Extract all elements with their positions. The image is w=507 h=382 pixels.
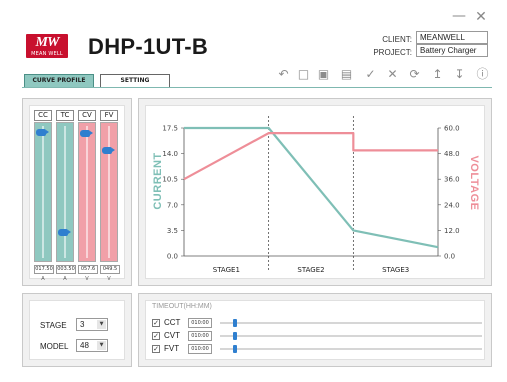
right-tick-label: 60.0 bbox=[444, 125, 460, 133]
model-select[interactable]: 48 ▼ bbox=[76, 339, 108, 352]
curve-chart: 17.5 14.0 10.5 7.0 3.5 0.0 60.0 48.0 36.0 24.0 12.… bbox=[162, 116, 460, 274]
current-curve bbox=[184, 126, 439, 249]
slider-thumb-fv[interactable] bbox=[102, 146, 115, 154]
minimize-icon[interactable]: — bbox=[452, 9, 466, 23]
cct-label: CCT bbox=[164, 318, 181, 327]
slider-groove bbox=[42, 126, 44, 258]
slider-groove bbox=[108, 126, 110, 258]
slider-label-fv: FV bbox=[100, 110, 118, 121]
check-icon[interactable]: ✓ bbox=[364, 68, 377, 81]
slider-thumb-tc[interactable] bbox=[58, 228, 71, 236]
right-tick-label: 24.0 bbox=[444, 201, 460, 209]
fvt-time-input[interactable]: 010:00 bbox=[188, 344, 212, 354]
slider-label-cv: CV bbox=[78, 110, 96, 121]
slider-unit: A bbox=[63, 276, 67, 282]
slider-unit: A bbox=[41, 276, 45, 282]
right-tick-label: 48.0 bbox=[444, 150, 460, 158]
stage-label: STAGE bbox=[40, 321, 67, 330]
cct-checkbox[interactable]: ✓ bbox=[152, 319, 160, 327]
slider-value-cv[interactable]: 057.6 bbox=[78, 265, 98, 274]
tab-divider bbox=[22, 87, 492, 88]
refresh-icon[interactable]: ⟳ bbox=[408, 68, 421, 81]
cvt-time-input[interactable]: 010:00 bbox=[188, 331, 212, 341]
right-tick-label: 12.0 bbox=[444, 227, 460, 235]
timeout-title: TIMEOUT(HH:MM) bbox=[152, 303, 212, 310]
upload-icon[interactable]: ↥ bbox=[431, 68, 444, 81]
slider-value-tc[interactable]: 003.50 bbox=[56, 265, 76, 274]
cct-time-thumb[interactable] bbox=[233, 319, 238, 327]
undo-icon[interactable]: ↶ bbox=[277, 68, 290, 81]
slider-unit: V bbox=[107, 276, 111, 282]
chevron-down-icon: ▼ bbox=[97, 341, 106, 350]
project-label: PROJECT: bbox=[373, 48, 412, 57]
stage-select[interactable]: 3 ▼ bbox=[76, 318, 108, 331]
left-tick-label: 3.5 bbox=[167, 227, 178, 235]
slider-value-cc[interactable]: 017.50 bbox=[34, 265, 54, 274]
cct-time-input[interactable]: 010:00 bbox=[188, 318, 212, 328]
voltage-curve bbox=[183, 132, 438, 181]
slider-label-tc: TC bbox=[56, 110, 74, 121]
slider-groove bbox=[86, 126, 88, 258]
chevron-down-icon: ▼ bbox=[97, 320, 106, 329]
cvt-checkbox[interactable]: ✓ bbox=[152, 332, 160, 340]
cct-time-track[interactable] bbox=[220, 322, 482, 324]
fvt-checkbox[interactable]: ✓ bbox=[152, 345, 160, 353]
slider-groove bbox=[64, 126, 66, 258]
slider-thumb-cc[interactable] bbox=[36, 128, 49, 136]
slider-label-cc: CC bbox=[34, 110, 52, 121]
model-title: DHP-1UT-B bbox=[88, 34, 209, 59]
left-tick-label: 10.5 bbox=[162, 176, 178, 184]
right-tick-label: 36.0 bbox=[444, 176, 460, 184]
model-label: MODEL bbox=[40, 342, 69, 351]
current-axis-label: CURRENT bbox=[152, 152, 164, 210]
cvt-time-track[interactable] bbox=[220, 335, 482, 337]
cancel-icon[interactable]: ✕ bbox=[386, 68, 399, 81]
client-field[interactable]: MEANWELL bbox=[416, 31, 488, 44]
client-label: CLIENT: bbox=[382, 35, 412, 44]
stage-label-1: STAGE1 bbox=[213, 266, 240, 274]
stage-label-3: STAGE3 bbox=[382, 266, 409, 274]
left-tick-label: 17.5 bbox=[162, 125, 178, 133]
left-tick-label: 14.0 bbox=[162, 150, 178, 158]
right-tick-label: 0.0 bbox=[444, 253, 455, 261]
open-folder-icon[interactable]: ▣ bbox=[317, 68, 330, 81]
left-tick-label: 0.0 bbox=[167, 253, 178, 261]
meanwell-logo: MW MEAN WELL bbox=[26, 34, 68, 58]
project-field[interactable]: Battery Charger bbox=[416, 44, 488, 57]
tab-curve-profile[interactable]: CURVE PROFILE bbox=[24, 74, 94, 88]
cvt-time-thumb[interactable] bbox=[233, 332, 238, 340]
close-icon[interactable]: ✕ bbox=[474, 10, 488, 24]
fvt-time-track[interactable] bbox=[220, 348, 482, 350]
download-icon[interactable]: ↧ bbox=[453, 68, 466, 81]
left-tick-label: 7.0 bbox=[167, 201, 178, 209]
cvt-label: CVT bbox=[164, 331, 180, 340]
stage-select-value: 3 bbox=[80, 320, 85, 329]
tab-setting[interactable]: SETTING bbox=[100, 74, 170, 88]
slider-unit: V bbox=[85, 276, 89, 282]
slider-thumb-cv[interactable] bbox=[80, 130, 93, 138]
fvt-time-thumb[interactable] bbox=[233, 345, 238, 353]
info-icon[interactable]: ⓘ bbox=[476, 68, 489, 81]
fvt-label: FVT bbox=[164, 344, 180, 353]
save-icon[interactable]: ▤ bbox=[340, 68, 353, 81]
slider-value-fv[interactable]: 049.5 bbox=[100, 265, 120, 274]
voltage-axis-label: VOLTAGE bbox=[468, 155, 480, 211]
new-folder-icon[interactable]: □ bbox=[297, 68, 310, 81]
model-select-value: 48 bbox=[80, 341, 89, 350]
stage-label-2: STAGE2 bbox=[297, 266, 324, 274]
